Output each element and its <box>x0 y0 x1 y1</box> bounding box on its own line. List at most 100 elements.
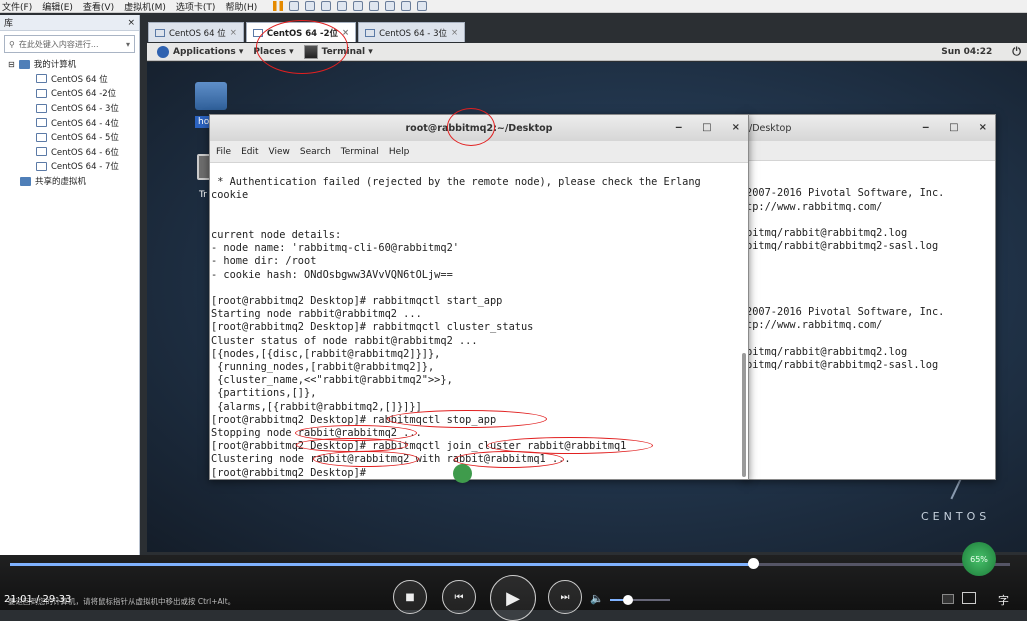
library-search-placeholder: 在此处键入内容进行... <box>18 39 99 49</box>
speed-badge[interactable]: 65% <box>962 542 996 576</box>
tab-centos-1[interactable]: CentOS 64 位 × <box>148 22 244 42</box>
tree-label: 我的计算机 <box>33 60 77 71</box>
menu-help[interactable]: Help <box>389 147 410 157</box>
centos-logo-mark <box>950 478 962 500</box>
close-icon[interactable]: × <box>230 28 237 38</box>
menu-vm[interactable]: 虚拟机(M) <box>124 0 166 13</box>
ime-indicator[interactable]: 字 <box>998 592 1009 608</box>
snapshot-manager-icon[interactable] <box>337 1 348 11</box>
clock[interactable]: Sun 04:22 <box>941 47 992 57</box>
vm-icon <box>36 161 47 171</box>
show-library-icon[interactable] <box>353 1 364 11</box>
tab-label: CentOS 64 位 <box>169 28 226 39</box>
back-terminal-window[interactable]: /Desktop ‒ □ × 2007-2016 Pivotal Softwar… <box>744 114 996 480</box>
previous-button[interactable]: ⏮ <box>442 580 476 614</box>
previous-icon: ⏮ <box>454 591 464 603</box>
mouse-cursor-marker <box>453 464 472 483</box>
terminal-scrollbar[interactable] <box>742 353 746 477</box>
tab-centos-3[interactable]: CentOS 64 - 3位 × <box>358 22 466 42</box>
volume-knob[interactable] <box>623 595 633 605</box>
maximize-icon[interactable]: □ <box>949 122 958 133</box>
playback-time: 21:01 / 29:33 <box>4 594 72 605</box>
minimize-icon[interactable]: ‒ <box>675 122 682 133</box>
library-close-icon[interactable]: × <box>127 18 135 28</box>
stop-button[interactable]: ■ <box>393 580 427 614</box>
tree-vm-item[interactable]: CentOS 64 - 3位 <box>0 101 139 116</box>
close-icon[interactable]: × <box>732 122 740 133</box>
menu-tabs[interactable]: 选项卡(T) <box>176 0 216 13</box>
vm-icon <box>36 132 47 142</box>
expand-icon[interactable]: ⊟ <box>8 60 15 69</box>
pause-icon[interactable] <box>273 1 284 11</box>
tree-shared-vms[interactable]: 共享的虚拟机 <box>0 174 139 189</box>
progress-knob[interactable] <box>748 558 759 569</box>
host-menubar: 文件(F) 编辑(E) 查看(V) 虚拟机(M) 选项卡(T) 帮助(H) <box>0 0 1027 13</box>
tree-vm-item[interactable]: CentOS 64 - 6位 <box>0 145 139 160</box>
volume-icon[interactable]: 🔈 <box>590 592 604 605</box>
search-icon: ⚲ <box>9 39 15 49</box>
vm-icon <box>36 74 47 84</box>
window-title: /Desktop <box>749 122 792 134</box>
chevron-down-icon[interactable]: ▾ <box>126 40 130 49</box>
shared-icon <box>20 176 31 186</box>
front-terminal-output[interactable]: * Authentication failed (rejected by the… <box>210 163 748 480</box>
tree-vm-item[interactable]: CentOS 64 - 5位 <box>0 130 139 145</box>
volume-slider[interactable] <box>610 599 670 601</box>
menu-file[interactable]: File <box>216 147 231 157</box>
power-icon[interactable]: ⏻ <box>1012 45 1021 59</box>
menu-view[interactable]: 查看(V) <box>83 0 114 13</box>
menu-search[interactable]: Search <box>300 147 331 157</box>
play-button[interactable]: ▶ <box>490 575 536 621</box>
close-icon[interactable]: × <box>979 122 987 133</box>
home-folder-icon[interactable] <box>195 82 227 110</box>
tree-label: CentOS 64 位 <box>51 74 108 85</box>
annotation-ring-target <box>454 451 564 468</box>
menu-view[interactable]: View <box>269 147 290 157</box>
screen-icon[interactable] <box>942 594 954 604</box>
window-controls: ‒ □ × <box>675 122 740 133</box>
tree-label: CentOS 64 - 6位 <box>51 147 119 158</box>
thumbnail-icon[interactable] <box>369 1 380 11</box>
annotation-ring-clustering <box>313 451 419 467</box>
tree-vm-item[interactable]: CentOS 64 -2位 <box>0 86 139 101</box>
tree-label: 共享的虚拟机 <box>35 177 87 188</box>
snapshot-icon[interactable] <box>305 1 316 11</box>
menu-help[interactable]: 帮助(H) <box>225 0 257 13</box>
close-icon[interactable]: × <box>451 28 458 38</box>
next-button[interactable]: ⏭ <box>548 580 582 614</box>
tree-vm-item[interactable]: CentOS 64 位 <box>0 72 139 87</box>
send-keys-icon[interactable] <box>289 1 300 11</box>
tree-label: CentOS 64 - 5位 <box>51 133 119 144</box>
tree-vm-item[interactable]: CentOS 64 - 4位 <box>0 115 139 130</box>
tree-my-computer[interactable]: ⊟ 我的计算机 <box>0 57 139 72</box>
annotation-ring-stop-app <box>387 410 547 428</box>
tree-label: CentOS 64 - 7位 <box>51 162 119 173</box>
menu-file[interactable]: 文件(F) <box>2 0 32 13</box>
library-panel: 库 × ⚲ 在此处键入内容进行... ▾ ⊟ 我的计算机 CentOS 64 位 … <box>0 15 140 555</box>
pip-icon[interactable] <box>962 592 976 604</box>
library-search-input[interactable]: ⚲ 在此处键入内容进行... ▾ <box>4 35 135 53</box>
vm-icon <box>36 88 47 98</box>
menu-terminal[interactable]: Terminal <box>341 147 379 157</box>
tree-label: CentOS 64 -2位 <box>51 89 117 100</box>
fullscreen-icon[interactable] <box>385 1 396 11</box>
vm-icon <box>36 147 47 157</box>
annotation-ring-tab <box>256 20 348 74</box>
minimize-icon[interactable]: ‒ <box>922 122 929 133</box>
unity-icon[interactable] <box>401 1 412 11</box>
console-view-icon[interactable] <box>417 1 428 11</box>
host-toolbar <box>273 1 428 11</box>
tree-vm-item[interactable]: CentOS 64 - 7位 <box>0 159 139 174</box>
stop-icon: ■ <box>405 591 415 603</box>
progress-bar[interactable] <box>10 563 1010 566</box>
vm-icon <box>155 28 165 37</box>
menu-edit[interactable]: Edit <box>241 147 258 157</box>
play-icon: ▶ <box>506 587 520 609</box>
vm-icon <box>36 103 47 113</box>
menu-edit[interactable]: 编辑(E) <box>42 0 73 13</box>
applications-menu[interactable]: Applications ▾ <box>157 45 243 58</box>
maximize-icon[interactable]: □ <box>702 122 711 133</box>
revert-snapshot-icon[interactable] <box>321 1 332 11</box>
back-terminal-titlebar[interactable]: /Desktop ‒ □ × <box>745 115 995 141</box>
annotation-ring-hostname <box>447 108 495 146</box>
